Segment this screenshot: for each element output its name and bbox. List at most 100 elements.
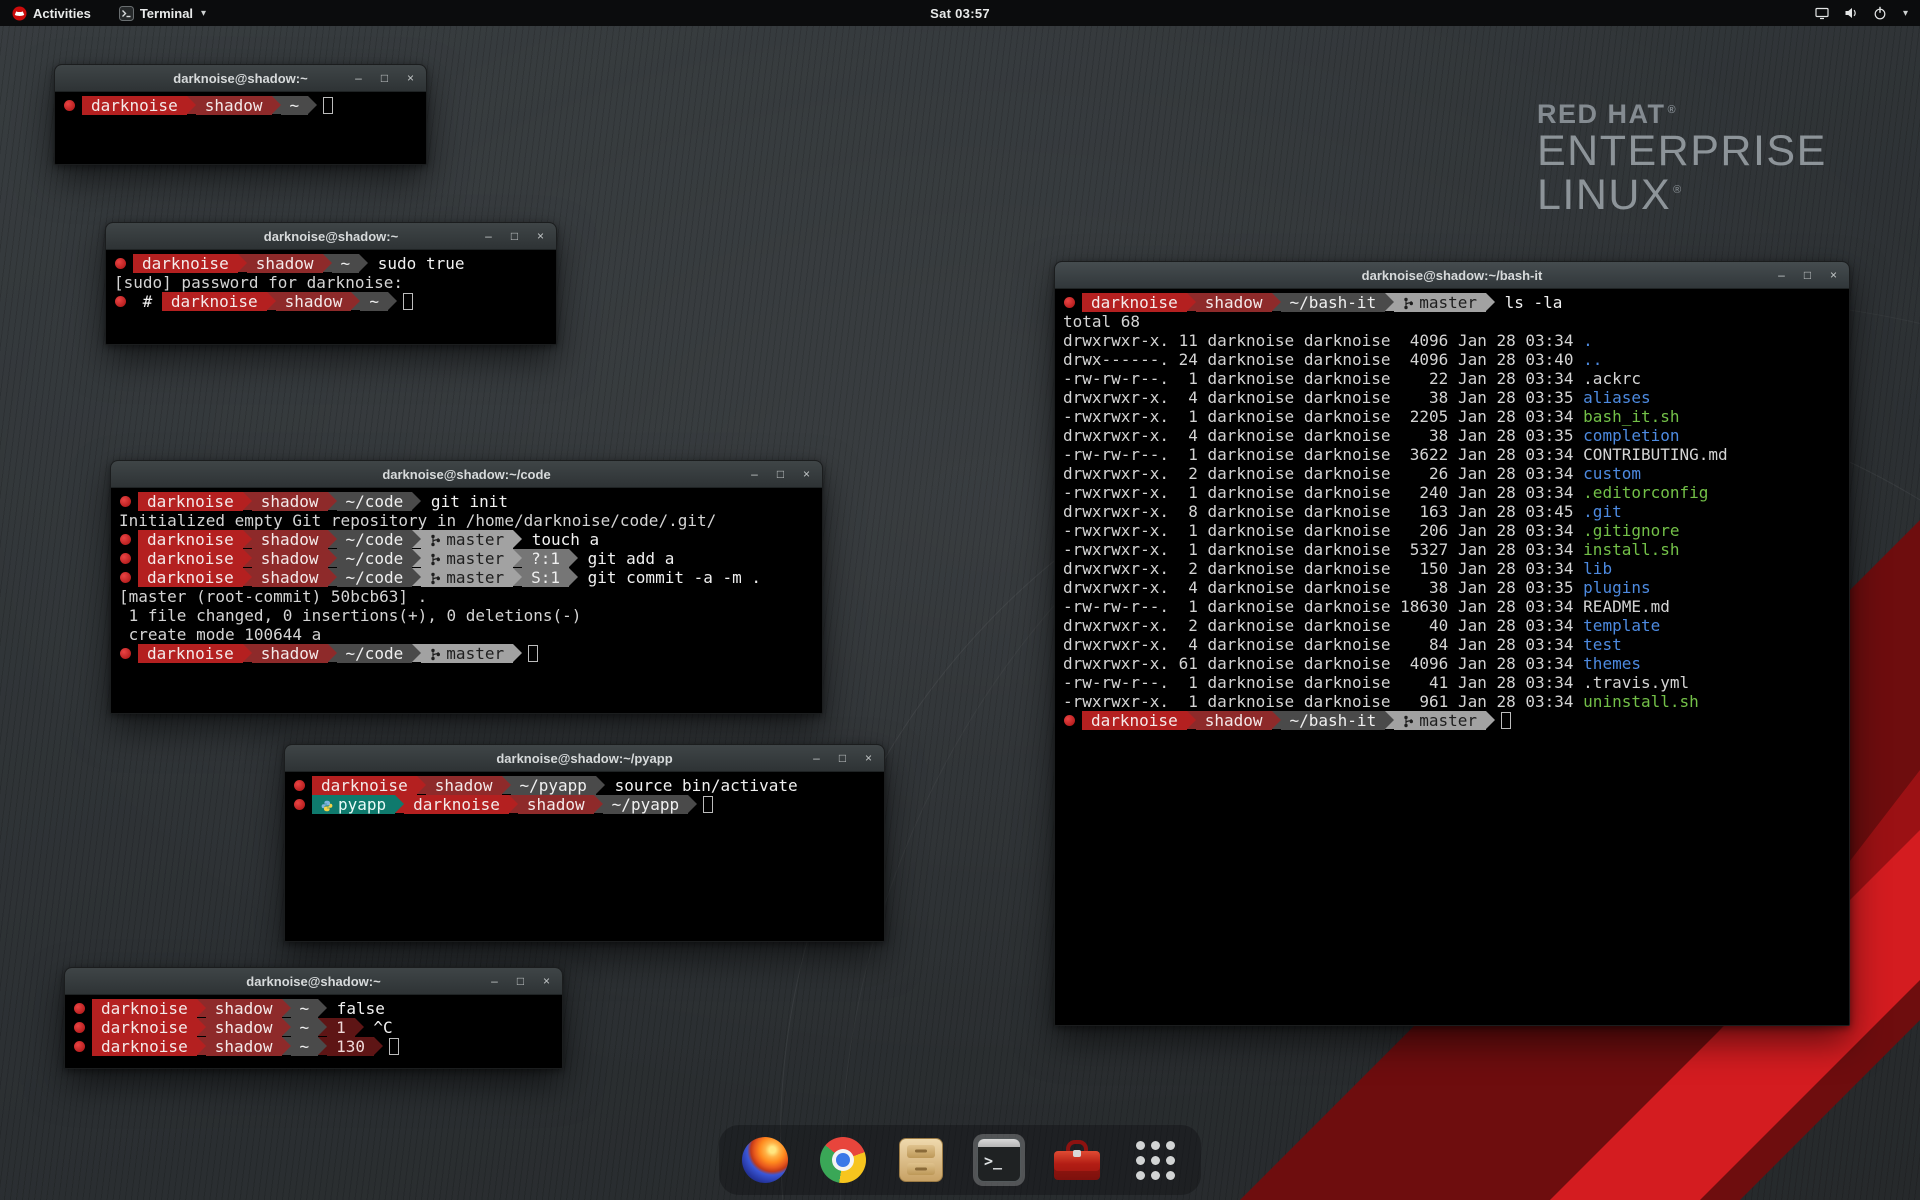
dock-appgrid-icon[interactable] [1129, 1134, 1181, 1186]
terminal-text: template [1583, 616, 1660, 635]
dock-terminal-icon[interactable] [973, 1134, 1025, 1186]
prompt-segment-host: shadow [276, 292, 352, 311]
window-maximize-button[interactable]: □ [774, 468, 787, 480]
window-titlebar[interactable]: darknoise@shadow:~ – □ × [55, 65, 426, 92]
dock-chrome-icon[interactable] [817, 1134, 869, 1186]
terminal-line: [sudo] password for darknoise: [114, 273, 548, 292]
window-maximize-button[interactable]: □ [836, 752, 849, 764]
powerline-separator [374, 1037, 383, 1055]
prompt-icon [1064, 297, 1075, 308]
window-title: darknoise@shadow:~ [173, 71, 307, 86]
window-minimize-button[interactable]: – [488, 975, 501, 987]
terminal-text: drwxrwxr-x. 2 darknoise darknoise 26 Jan… [1063, 464, 1583, 483]
powerline-separator [1187, 293, 1196, 311]
terminal-window[interactable]: darknoise@shadow:~/bash-it – □ × darknoi… [1054, 261, 1850, 1026]
system-status-area[interactable]: ▾ [1814, 5, 1920, 21]
terminal-window[interactable]: darknoise@shadow:~/pyapp – □ × darknoise… [284, 744, 885, 942]
terminal-content[interactable]: darknoiseshadow~/pyapp source bin/activa… [285, 772, 884, 941]
terminal-text: drwxrwxr-x. 2 darknoise darknoise 40 Jan… [1063, 616, 1583, 635]
powerline-separator [1272, 293, 1281, 311]
window-close-button[interactable]: × [800, 468, 813, 480]
window-close-button[interactable]: × [534, 230, 547, 242]
dock-toolbox-icon[interactable] [1051, 1134, 1103, 1186]
window-close-button[interactable]: × [540, 975, 553, 987]
window-close-button[interactable]: × [404, 72, 417, 84]
window-minimize-button[interactable]: – [352, 72, 365, 84]
terminal-text: .gitignore [1583, 521, 1679, 540]
terminal-line: 1 file changed, 0 insertions(+), 0 delet… [119, 606, 814, 625]
terminal-content[interactable]: darknoiseshadow~ sudo true[sudo] passwor… [106, 250, 556, 344]
window-minimize-button[interactable]: – [748, 468, 761, 480]
terminal-line: total 68 [1063, 312, 1841, 331]
prompt-segment-user: darknoise [138, 530, 243, 549]
powerline-separator [243, 568, 252, 586]
prompt-segment-user: darknoise [404, 795, 509, 814]
terminal-line: darknoiseshadow~/bash-itmaster ls -la [1063, 293, 1841, 312]
prompt-segment-user: darknoise [82, 96, 187, 115]
terminal-text: .travis.yml [1583, 673, 1689, 692]
terminal-text: drwxrwxr-x. 8 darknoise darknoise 163 Ja… [1063, 502, 1583, 521]
window-close-button[interactable]: × [862, 752, 875, 764]
powerline-separator [267, 292, 276, 310]
terminal-text: -rw-rw-r--. 1 darknoise darknoise 18630 … [1063, 597, 1583, 616]
clock-button[interactable]: Sat 03:57 [930, 6, 990, 21]
terminal-line: darknoiseshadow~/codemaster touch a [119, 530, 814, 549]
window-titlebar[interactable]: darknoise@shadow:~ – □ × [106, 223, 556, 250]
terminal-content[interactable]: darknoiseshadow~ falsedarknoiseshadow~1 … [65, 995, 562, 1068]
terminal-text: aliases [1583, 388, 1650, 407]
terminal-window[interactable]: darknoise@shadow:~/code – □ × darknoises… [110, 460, 823, 714]
window-maximize-button[interactable]: □ [378, 72, 391, 84]
chevron-down-icon: ▾ [201, 8, 206, 19]
wordmark-enterprise: ENTERPRISE [1537, 130, 1827, 174]
terminal-text: [master (root-commit) 50bcb63] . [119, 587, 427, 606]
terminal-window[interactable]: darknoise@shadow:~ – □ × darknoiseshadow… [105, 222, 557, 345]
prompt-segment-mark: S:1 [522, 568, 569, 587]
powerline-separator [596, 776, 605, 794]
window-minimize-button[interactable]: – [810, 752, 823, 764]
terminal-text: sudo true [368, 254, 464, 273]
terminal-text: ls -la [1495, 293, 1562, 312]
powerline-separator [1272, 711, 1281, 729]
terminal-text: completion [1583, 426, 1679, 445]
terminal-line: -rwxrwxr-x. 1 darknoise darknoise 961 Ja… [1063, 692, 1841, 711]
terminal-content[interactable]: darknoiseshadow~ [55, 92, 426, 164]
prompt-segment-user: darknoise [92, 1018, 197, 1037]
dock-files-icon[interactable] [895, 1134, 947, 1186]
terminal-text: source bin/activate [605, 776, 798, 795]
window-minimize-button[interactable]: – [1775, 269, 1788, 281]
terminal-line: darknoiseshadow~1 ^C [73, 1018, 554, 1037]
terminal-content[interactable]: darknoiseshadow~/code git initInitialize… [111, 488, 822, 713]
terminal-line: Initialized empty Git repository in /hom… [119, 511, 814, 530]
registered-mark: ® [1673, 184, 1683, 196]
window-close-button[interactable]: × [1827, 269, 1840, 281]
terminal-content[interactable]: darknoiseshadow~/bash-itmaster ls -latot… [1055, 289, 1849, 1025]
terminal-window[interactable]: darknoise@shadow:~ – □ × darknoiseshadow… [54, 64, 427, 165]
window-maximize-button[interactable]: □ [508, 230, 521, 242]
dock-firefox-icon[interactable] [739, 1134, 791, 1186]
terminal-line: drwx------. 24 darknoise darknoise 4096 … [1063, 350, 1841, 369]
registered-mark: ® [1668, 104, 1678, 116]
window-minimize-button[interactable]: – [482, 230, 495, 242]
terminal-text: bash_it.sh [1583, 407, 1679, 426]
window-titlebar[interactable]: darknoise@shadow:~/bash-it – □ × [1055, 262, 1849, 289]
terminal-text: 1 file changed, 0 insertions(+), 0 delet… [119, 606, 581, 625]
prompt-segment-mark: ?:1 [522, 549, 569, 568]
terminal-line: darknoiseshadow~130 [73, 1037, 554, 1056]
git-branch-icon [430, 534, 441, 547]
powerline-separator [502, 776, 511, 794]
window-titlebar[interactable]: darknoise@shadow:~/pyapp – □ × [285, 745, 884, 772]
powerline-separator [513, 549, 522, 567]
window-maximize-button[interactable]: □ [514, 975, 527, 987]
window-titlebar[interactable]: darknoise@shadow:~ – □ × [65, 968, 562, 995]
activities-button[interactable]: Activities [8, 0, 95, 26]
terminal-line: drwxrwxr-x. 4 darknoise darknoise 84 Jan… [1063, 635, 1841, 654]
powerline-separator [328, 549, 337, 567]
window-titlebar[interactable]: darknoise@shadow:~/code – □ × [111, 461, 822, 488]
prompt-icon [120, 553, 131, 564]
powerline-separator [395, 795, 404, 813]
window-maximize-button[interactable]: □ [1801, 269, 1814, 281]
git-branch-icon [430, 572, 441, 585]
app-menu[interactable]: Terminal ▾ [115, 0, 210, 26]
terminal-window[interactable]: darknoise@shadow:~ – □ × darknoiseshadow… [64, 967, 563, 1069]
powerline-separator [243, 530, 252, 548]
